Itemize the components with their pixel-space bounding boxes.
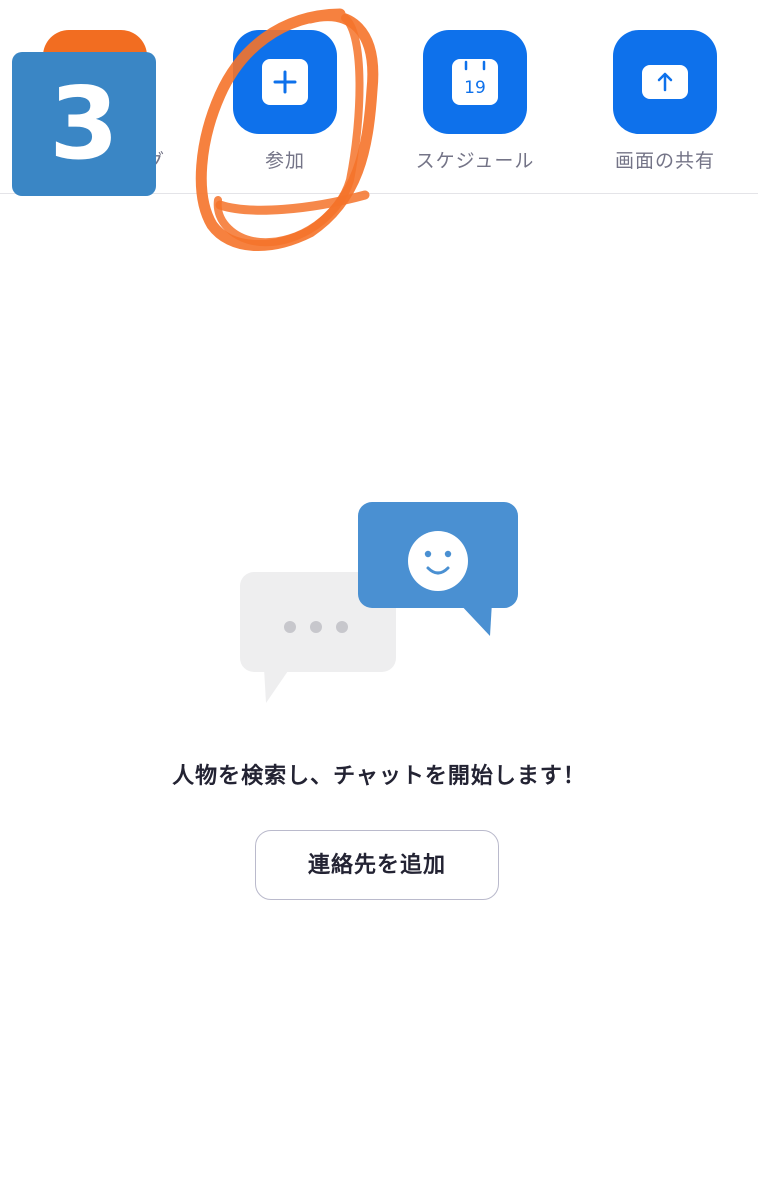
add-contact-button[interactable]: 連絡先を追加	[255, 830, 499, 900]
schedule-label: スケジュール	[415, 150, 535, 172]
annotation-circle	[195, 8, 379, 252]
chat-bubbles-illustration	[240, 502, 518, 703]
schedule-button[interactable]: 19	[423, 30, 527, 134]
share-screen-button[interactable]	[613, 30, 717, 134]
empty-state-message: 人物を検索し、チャットを開始します！	[172, 764, 586, 789]
share-up-arrow-icon	[657, 72, 673, 92]
calendar-day-text: 19	[464, 78, 486, 98]
share-screen-label: 画面の共有	[614, 150, 715, 172]
calendar-icon: 19	[464, 60, 486, 98]
step-number-badge: 3	[12, 52, 156, 196]
